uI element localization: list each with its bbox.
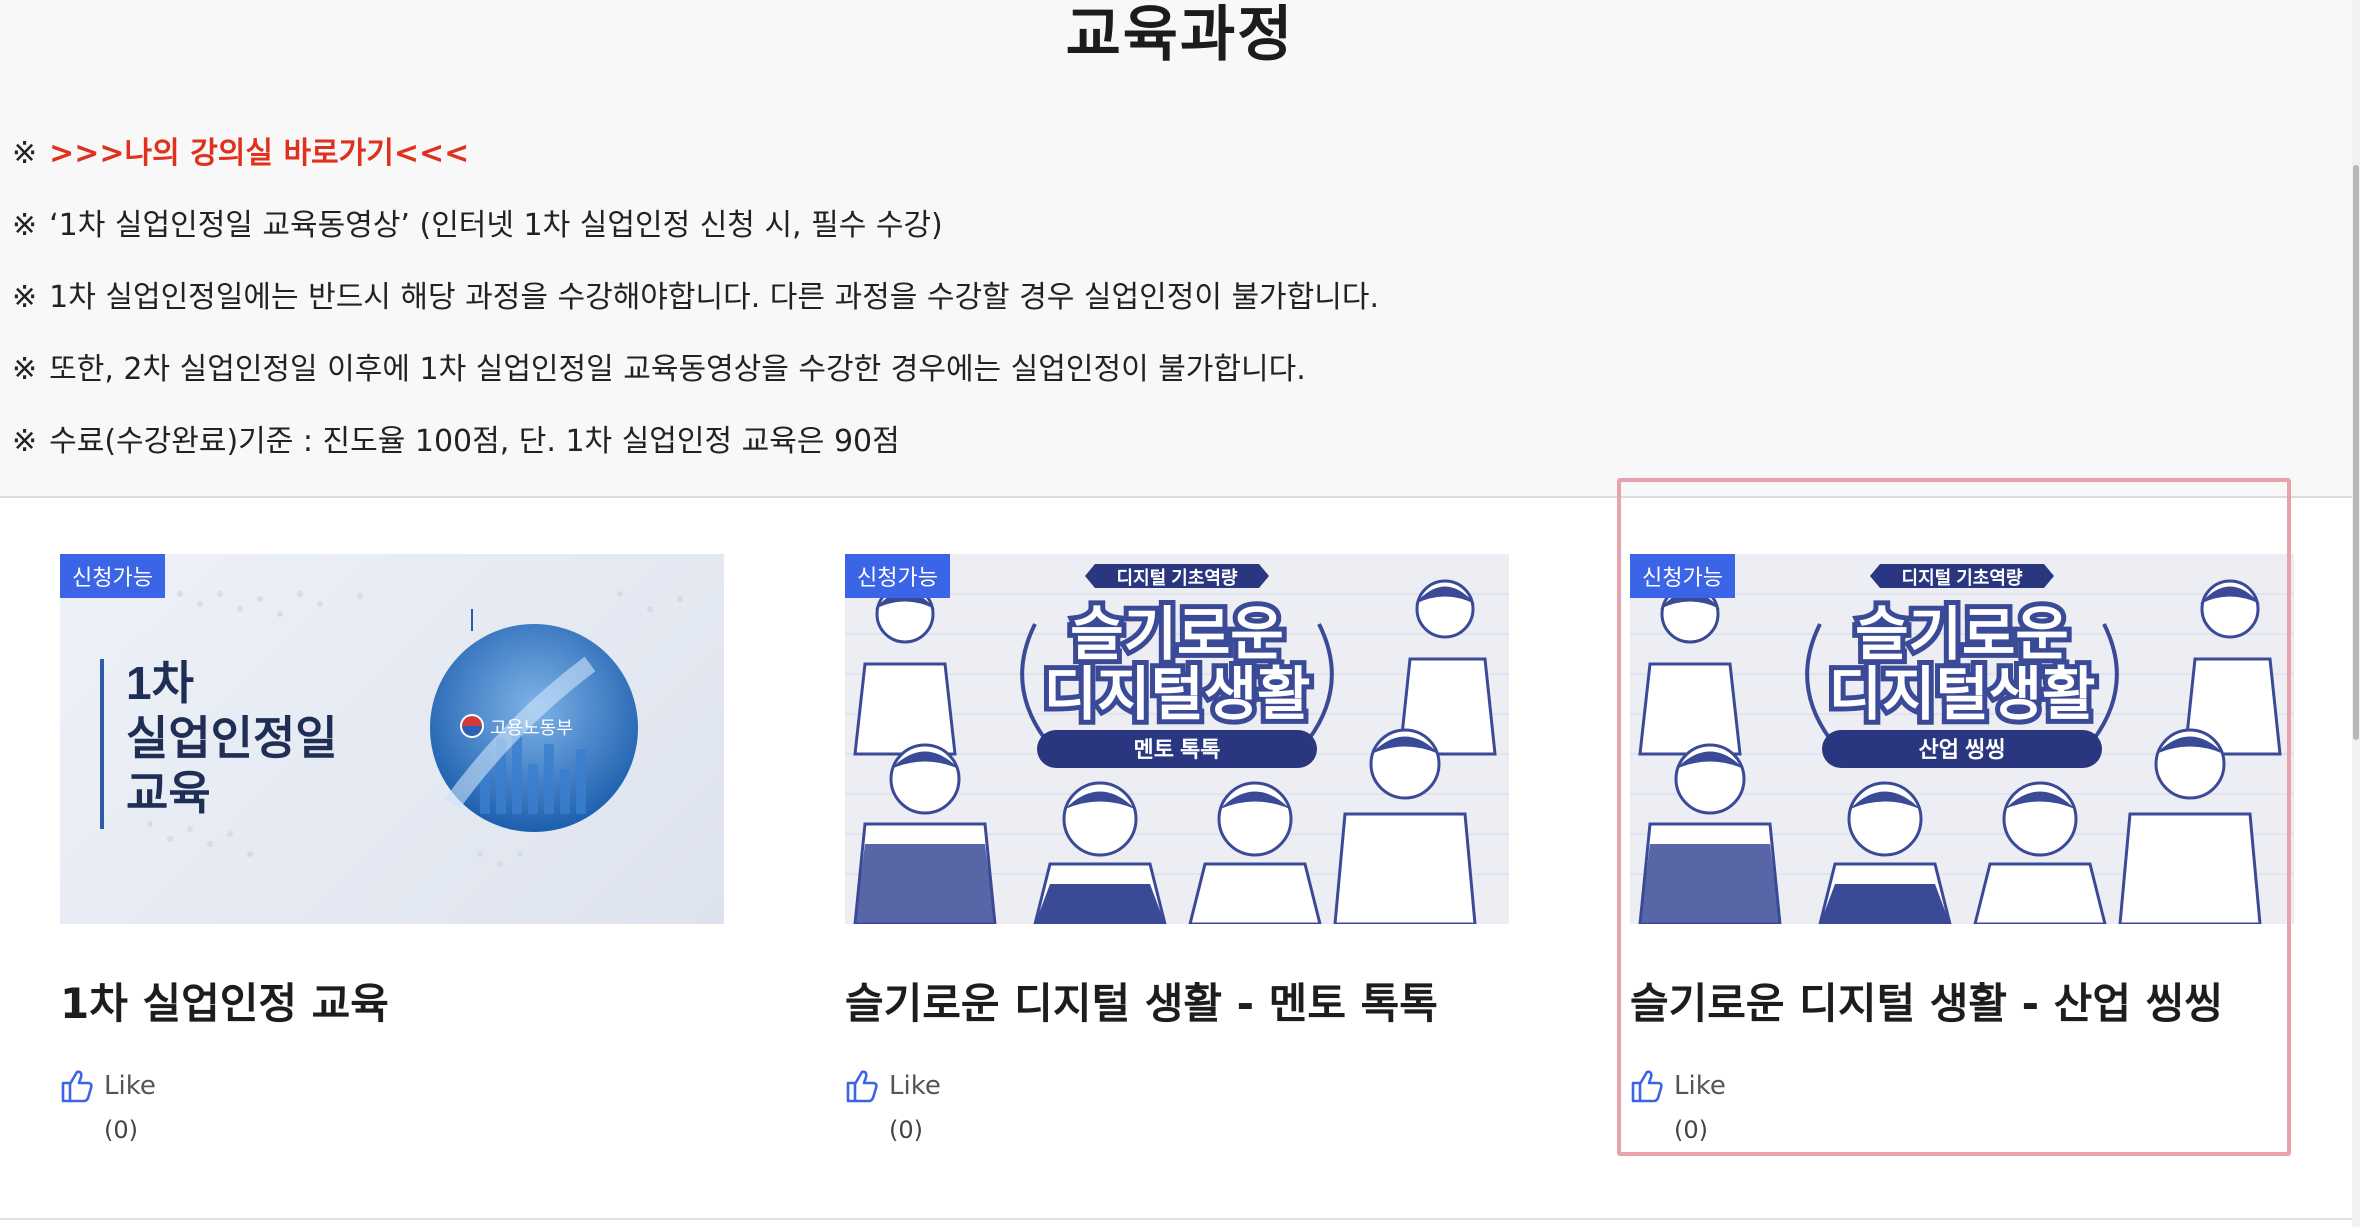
course-thumbnail[interactable]: 신청가능 1차 실업인정일 교육 고용노동부 bbox=[60, 554, 724, 924]
status-badge: 신청가능 bbox=[60, 554, 165, 598]
notice-mark: ※ bbox=[12, 208, 38, 243]
like-label: Like bbox=[104, 1071, 156, 1101]
thumbnail-art: 디지털 기초역량 슬기로운 디지털생활 멘토 톡톡 bbox=[845, 564, 1509, 924]
thumb-line1: 슬기로운 bbox=[1070, 602, 1283, 667]
thumb-ribbon: 디지털 기초역량 bbox=[1902, 568, 2023, 588]
notice-item: ※ >>>나의 강의실 바로가기<<< bbox=[12, 118, 1379, 190]
notice-text: 1차 실업인정일에는 반드시 해당 과정을 수강해야합니다. 다른 과정을 수강… bbox=[49, 280, 1379, 315]
scrollbar[interactable] bbox=[2352, 0, 2360, 1226]
notice-text: 또한, 2차 실업인정일 이후에 1차 실업인정일 교육동영상을 수강한 경우에… bbox=[49, 352, 1306, 387]
like-count: (0) bbox=[889, 1116, 923, 1144]
notice-item: ※ ‘1차 실업인정일 교육동영상’ (인터넷 1차 실업인정 신청 시, 필수 … bbox=[12, 190, 1379, 262]
like-count: (0) bbox=[104, 1116, 138, 1144]
status-badge: 신청가능 bbox=[1630, 554, 1735, 598]
course-card[interactable]: 신청가능 bbox=[785, 498, 1572, 1220]
like-button[interactable]: Like bbox=[1630, 1068, 1726, 1104]
like-button[interactable]: Like bbox=[845, 1068, 941, 1104]
course-title[interactable]: 슬기로운 디지털 생활 - 산업 씽씽 bbox=[1630, 970, 2223, 1031]
notice-item: ※ 또한, 2차 실업인정일 이후에 1차 실업인정일 교육동영상을 수강한 경우… bbox=[12, 334, 1379, 406]
notice-item: ※ 1차 실업인정일에는 반드시 해당 과정을 수강해야합니다. 다른 과정을 수… bbox=[12, 262, 1379, 334]
course-thumbnail[interactable]: 신청가능 bbox=[845, 554, 1509, 924]
like-label: Like bbox=[889, 1071, 941, 1101]
thumb-line2: 디지털생활 bbox=[1044, 662, 1311, 727]
like-label: Like bbox=[1674, 1071, 1726, 1101]
thumb-heading-line: 1차 bbox=[126, 657, 194, 709]
notice-item: ※ 수료(수강완료)기준 : 진도율 100점, 단. 1차 실업인정 교육은 9… bbox=[12, 406, 1379, 478]
like-button[interactable]: Like bbox=[60, 1068, 156, 1104]
status-badge: 신청가능 bbox=[845, 554, 950, 598]
course-title[interactable]: 1차 실업인정 교육 bbox=[60, 970, 389, 1031]
notice-mark: ※ bbox=[12, 136, 38, 171]
course-card[interactable]: 신청가능 1차 실업인정일 교육 고용노동부 1차 실업인정 교육 Like (… bbox=[0, 498, 787, 1220]
thumb-line2: 디지털생활 bbox=[1829, 662, 2096, 727]
page-title: 교육과정 bbox=[1065, 0, 1295, 70]
thumb-heading-line: 실업인정일 bbox=[126, 712, 338, 764]
my-classroom-link[interactable]: >>>나의 강의실 바로가기<<< bbox=[49, 136, 469, 171]
thumb-ribbon: 디지털 기초역량 bbox=[1117, 568, 1238, 588]
thumb-sub: 멘토 톡톡 bbox=[1133, 737, 1220, 762]
thumbs-up-icon bbox=[1631, 1070, 1663, 1103]
notice-mark: ※ bbox=[12, 280, 38, 315]
course-card[interactable]: 신청가능 bbox=[1570, 498, 2357, 1220]
like-count: (0) bbox=[1674, 1116, 1708, 1144]
thumbnail-art: 1차 실업인정일 교육 고용노동부 bbox=[100, 591, 683, 867]
notice-mark: ※ bbox=[12, 424, 38, 459]
thumb-logo-text: 고용노동부 bbox=[490, 718, 573, 738]
thumb-line1: 슬기로운 bbox=[1855, 602, 2068, 667]
thumbs-up-icon bbox=[61, 1070, 93, 1103]
notice-list: ※ >>>나의 강의실 바로가기<<< ※ ‘1차 실업인정일 교육동영상’ (인터… bbox=[12, 118, 1379, 478]
thumbnail-art: 디지털 기초역량 슬기로운 디지털생활 산업 씽씽 bbox=[1630, 564, 2294, 924]
thumb-heading-line: 교육 bbox=[126, 767, 211, 819]
thumb-sub: 산업 씽씽 bbox=[1918, 737, 2005, 762]
thumbs-up-icon bbox=[846, 1070, 878, 1103]
course-title[interactable]: 슬기로운 디지털 생활 - 멘토 톡톡 bbox=[845, 970, 1438, 1031]
notice-text: ‘1차 실업인정일 교육동영상’ (인터넷 1차 실업인정 신청 시, 필수 수… bbox=[49, 208, 943, 243]
course-thumbnail[interactable]: 신청가능 bbox=[1630, 554, 2294, 924]
notice-mark: ※ bbox=[12, 352, 38, 387]
scrollbar-thumb[interactable] bbox=[2353, 165, 2359, 740]
notice-text: 수료(수강완료)기준 : 진도율 100점, 단. 1차 실업인정 교육은 90… bbox=[49, 424, 900, 459]
course-grid: 신청가능 1차 실업인정일 교육 고용노동부 1차 실업인정 교육 Like (… bbox=[0, 496, 2357, 1228]
